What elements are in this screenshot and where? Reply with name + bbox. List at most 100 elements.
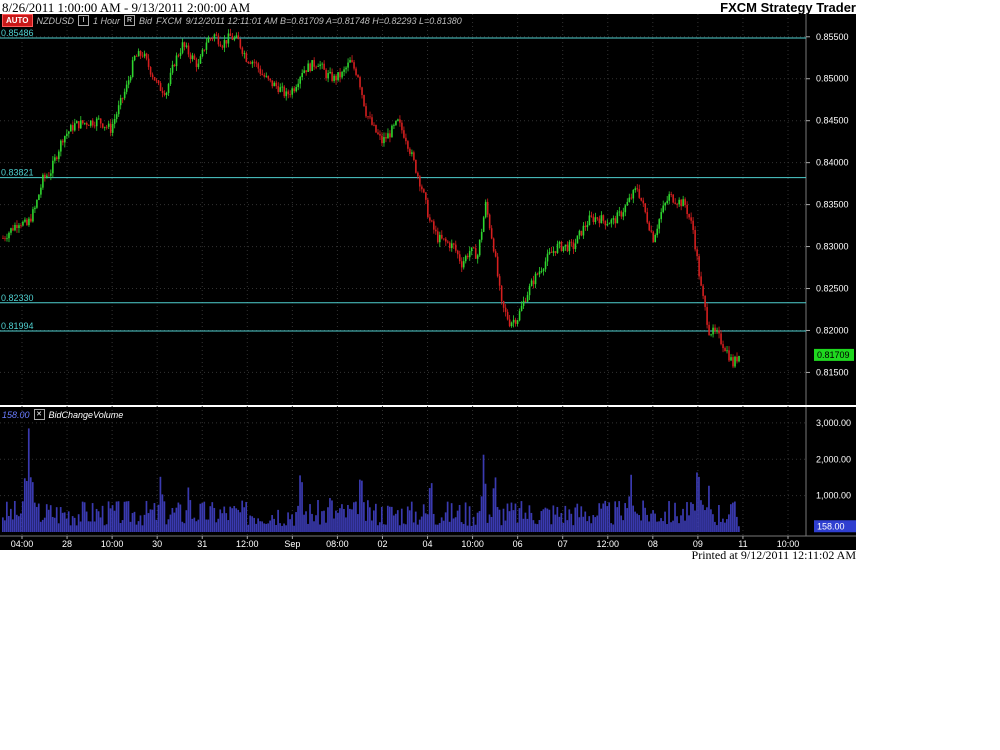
timeframe-dropdown-icon[interactable]: I <box>78 15 90 26</box>
candle-body <box>235 35 238 38</box>
volume-bar <box>365 520 367 532</box>
volume-bar <box>518 508 521 532</box>
volume-bar <box>53 517 56 532</box>
volume-bar <box>221 513 224 532</box>
volume-bar <box>612 524 615 532</box>
candle-body <box>365 106 367 117</box>
volume-bar <box>388 506 391 532</box>
volume-bar <box>243 507 246 532</box>
volume-bar <box>213 507 216 532</box>
volume-bar <box>392 515 395 532</box>
volume-bar <box>578 517 581 532</box>
candle-body <box>441 234 443 239</box>
candle-body <box>265 75 268 77</box>
candle-body <box>644 203 647 213</box>
candle-body <box>297 83 299 88</box>
volume-bar <box>247 524 250 532</box>
quote-readout: 9/12/2011 12:11:01 AM B=0.81709 A=0.8174… <box>185 15 462 26</box>
candle-body <box>125 84 128 92</box>
candle-body <box>259 68 262 74</box>
volume-bar <box>159 476 162 532</box>
volume-bar <box>594 517 597 532</box>
volume-bar <box>650 513 652 532</box>
volume-bar <box>253 517 256 532</box>
auto-scale-button[interactable]: AUTO <box>2 14 33 27</box>
volume-last-label: 158.00 <box>817 521 845 531</box>
volume-bar <box>61 512 64 532</box>
candle-body <box>287 91 290 95</box>
volume-bar <box>167 519 170 532</box>
candle-body <box>50 173 52 176</box>
volume-bar <box>456 510 459 532</box>
volume-bar <box>89 521 92 532</box>
price-type-label[interactable]: Bid <box>139 16 152 26</box>
volume-bar <box>378 522 381 532</box>
volume-bar <box>562 522 565 532</box>
close-indicator-icon[interactable]: ✕ <box>33 409 45 420</box>
y-tick-label: 0.85000 <box>816 74 849 84</box>
volume-bar <box>361 480 363 532</box>
volume-bar <box>488 514 491 532</box>
candle-body <box>115 114 118 120</box>
candle-body <box>558 241 561 244</box>
candle-body <box>568 241 571 252</box>
candle-body <box>241 47 244 54</box>
volume-bar <box>424 513 427 532</box>
candle-body <box>576 235 579 244</box>
candle-body <box>395 120 397 125</box>
candle-body <box>704 295 706 308</box>
price-type-dropdown-icon[interactable]: R <box>124 15 136 26</box>
candle-body <box>421 186 423 190</box>
volume-bar <box>730 504 732 532</box>
x-tick-label: 07 <box>558 539 568 549</box>
indicator-name: BidChangeVolume <box>48 409 124 420</box>
volume-bar <box>482 454 485 532</box>
chart-panel[interactable]: 0.85500 0.85000 0.84500 0.84000 0.83500 0.830… <box>0 14 856 550</box>
candle-body <box>664 203 667 206</box>
chart-canvas[interactable]: 0.85500 0.85000 0.84500 0.84000 0.83500 0.830… <box>0 14 856 550</box>
candle-body <box>452 243 455 245</box>
candle-body <box>670 194 672 195</box>
candle-body <box>30 218 32 222</box>
volume-bar <box>586 521 589 532</box>
candle-body <box>317 66 319 67</box>
x-tick-label: 06 <box>513 539 523 549</box>
candle-body <box>474 248 477 259</box>
candle-body <box>556 243 559 253</box>
volume-bar <box>321 511 323 532</box>
symbol-label[interactable]: NZDUSD <box>37 16 75 26</box>
volume-bar <box>596 515 599 532</box>
candle-body <box>423 189 425 193</box>
candle-body <box>6 238 8 240</box>
candle-body <box>121 97 124 99</box>
candle-body <box>187 45 190 55</box>
candle-body <box>181 42 184 53</box>
candle-body <box>550 251 553 253</box>
timeframe-label[interactable]: 1 Hour <box>93 16 120 26</box>
volume-bar <box>568 509 571 532</box>
volume-bar <box>189 500 192 532</box>
candle-body <box>267 75 270 79</box>
candle-body <box>377 132 379 135</box>
level-label: 0.85486 <box>1 28 34 38</box>
candle-body <box>62 140 64 143</box>
volume-bar <box>570 513 573 532</box>
x-tick-label: 28 <box>62 539 72 549</box>
candle-body <box>99 118 102 124</box>
volume-bar <box>149 509 152 532</box>
candle-body <box>686 204 688 215</box>
candle-body <box>548 251 551 254</box>
volume-bar <box>528 505 531 532</box>
volume-bar <box>137 521 140 532</box>
volume-bar <box>341 504 343 532</box>
volume-bar <box>508 511 511 532</box>
volume-bar <box>201 503 204 532</box>
volume-bar <box>3 520 6 532</box>
candle-body <box>726 350 728 352</box>
candle-body <box>435 229 437 232</box>
candle-body <box>77 121 80 129</box>
volume-bar <box>187 487 190 532</box>
candle-body <box>652 231 655 243</box>
volume-bar <box>81 501 84 532</box>
candle-body <box>58 151 60 160</box>
